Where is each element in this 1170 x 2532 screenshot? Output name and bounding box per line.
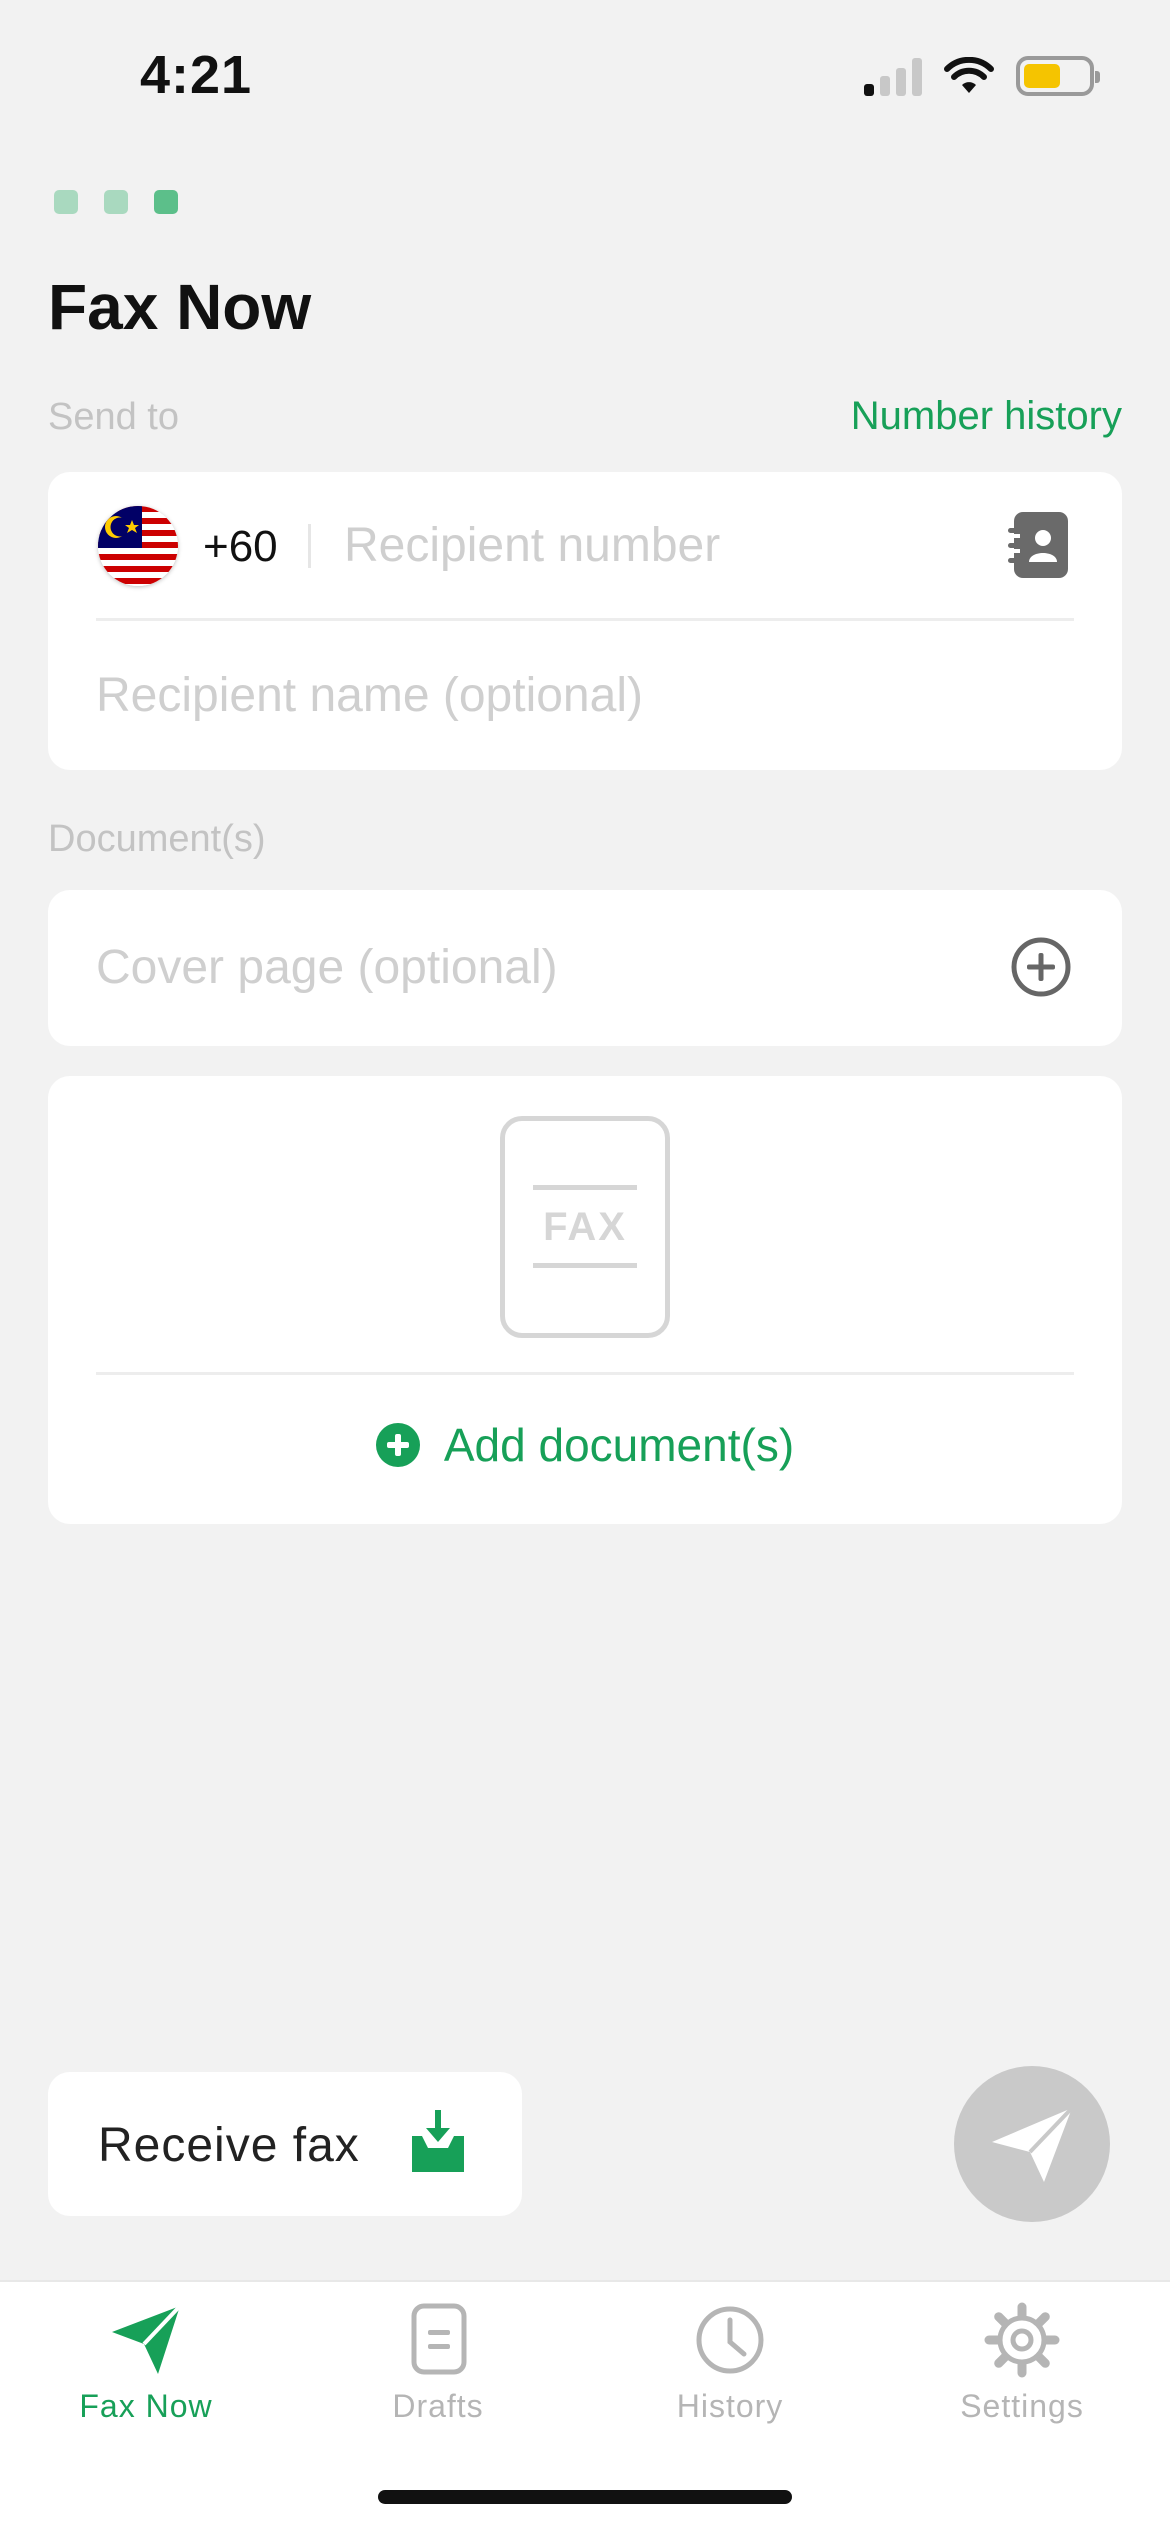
contacts-icon[interactable] <box>1008 510 1070 580</box>
divider <box>308 524 311 568</box>
tab-label: Drafts <box>392 2388 484 2424</box>
country-code[interactable]: +60 <box>203 522 278 572</box>
recipient-name-input[interactable]: Recipient name (optional) <box>96 668 643 723</box>
fax-document-icon: FAX <box>500 1116 670 1338</box>
status-icons <box>864 56 1100 96</box>
tab-label: History <box>676 2388 784 2424</box>
gear-icon <box>984 2302 1060 2378</box>
add-document-button[interactable]: Add document(s) <box>48 1418 1122 1472</box>
add-document-label: Add document(s) <box>443 1419 795 1471</box>
add-cover-page-icon[interactable] <box>1010 936 1072 998</box>
divider <box>96 618 1074 621</box>
send-to-label: Send to <box>48 396 179 438</box>
receive-fax-button[interactable]: Receive fax <box>48 2072 522 2216</box>
tab-label: Settings <box>960 2388 1084 2424</box>
loading-indicator <box>54 190 178 214</box>
divider <box>96 1372 1074 1375</box>
tab-drafts[interactable]: Drafts <box>292 2302 584 2425</box>
documents-card: FAX Add document(s) <box>48 1076 1122 1524</box>
loader-dot <box>54 190 78 214</box>
status-time: 4:21 <box>140 45 253 105</box>
cover-page-field[interactable]: Cover page (optional) <box>96 940 558 995</box>
document-icon <box>411 2303 467 2375</box>
recipient-number-input[interactable]: Recipient number <box>344 518 720 573</box>
fax-icon-text: FAX <box>543 1205 627 1249</box>
paper-plane-icon <box>992 2106 1074 2182</box>
tab-settings[interactable]: Settings <box>876 2302 1168 2425</box>
clock-icon <box>696 2306 764 2374</box>
wifi-icon <box>944 57 994 93</box>
loader-dot <box>104 190 128 214</box>
home-indicator <box>378 2490 792 2504</box>
plus-circle-icon <box>375 1423 420 1467</box>
cover-page-card[interactable]: Cover page (optional) <box>48 890 1122 1046</box>
malaysia-flag-icon[interactable] <box>98 506 178 586</box>
cellular-signal-icon <box>864 56 922 96</box>
tab-fax-now[interactable]: Fax Now <box>0 2302 292 2425</box>
tab-history[interactable]: History <box>584 2302 876 2425</box>
page-title: Fax Now <box>48 271 312 343</box>
loader-dot <box>154 190 178 214</box>
battery-icon <box>1016 56 1100 96</box>
receive-fax-label: Receive fax <box>98 2119 360 2172</box>
recipient-card: +60 Recipient number Recipient name (opt… <box>48 472 1122 770</box>
tab-label: Fax Now <box>79 2388 213 2424</box>
documents-label: Document(s) <box>48 818 266 860</box>
paper-plane-icon <box>112 2304 182 2374</box>
inbox-download-icon <box>412 2110 464 2172</box>
send-fax-button[interactable] <box>954 2066 1110 2222</box>
number-history-link[interactable]: Number history <box>851 394 1122 439</box>
